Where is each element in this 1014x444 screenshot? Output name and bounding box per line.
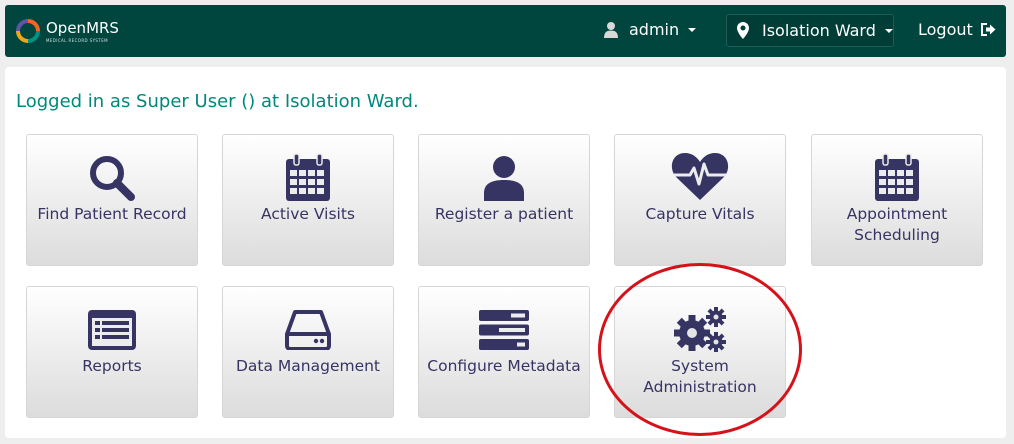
app-label: System Administration — [643, 357, 757, 396]
tasks-icon — [479, 310, 529, 350]
location-name: Isolation Ward — [762, 21, 876, 40]
app-label: Data Management — [235, 357, 381, 375]
app-system-administration[interactable]: System Administration — [614, 286, 786, 418]
app-label: Reports — [82, 357, 142, 375]
brand-name: OpenMRS — [46, 19, 119, 37]
cogs-icon — [674, 307, 726, 352]
app-reports[interactable]: Reports — [26, 286, 198, 418]
hdd-icon — [285, 310, 331, 350]
app-label: Capture Vitals — [645, 205, 755, 223]
user-icon — [484, 156, 524, 201]
chevron-down-icon — [884, 28, 893, 33]
app-find-patient-record[interactable]: Find Patient Record — [26, 134, 198, 266]
app-label: Appointment Scheduling — [846, 205, 948, 244]
search-icon — [90, 156, 135, 201]
calendar-icon — [875, 153, 919, 201]
app-label: Active Visits — [261, 205, 355, 223]
logout-label: Logout — [918, 20, 973, 39]
sign-out-icon — [980, 23, 996, 36]
app-register-patient[interactable]: Register a patient — [418, 134, 590, 266]
brand-subtitle: MEDICAL RECORD SYSTEM — [46, 38, 108, 43]
app-label: Register a patient — [434, 205, 574, 223]
app-appointment-scheduling[interactable]: Appointment Scheduling — [811, 134, 983, 266]
app-capture-vitals[interactable]: Capture Vitals — [614, 134, 786, 266]
user-icon — [604, 22, 618, 38]
app-label: Find Patient Record — [37, 205, 187, 223]
top-header: OpenMRS MEDICAL RECORD SYSTEM admin Isol… — [5, 5, 1006, 57]
list-alt-icon — [88, 310, 136, 350]
main-content: Logged in as Super User () at Isolation … — [5, 67, 1006, 438]
location-selector[interactable]: Isolation Ward — [726, 14, 894, 47]
username: admin — [629, 20, 680, 39]
calendar-icon — [286, 153, 330, 201]
app-active-visits[interactable]: Active Visits — [222, 134, 394, 266]
chevron-down-icon — [688, 27, 697, 32]
logout-button[interactable]: Logout — [918, 20, 996, 39]
app-data-management[interactable]: Data Management — [222, 286, 394, 418]
login-status-message: Logged in as Super User () at Isolation … — [16, 91, 419, 112]
app-label: Configure Metadata — [427, 357, 581, 375]
user-menu[interactable]: admin — [603, 20, 697, 39]
app-configure-metadata[interactable]: Configure Metadata — [418, 286, 590, 418]
openmrs-logo[interactable]: OpenMRS MEDICAL RECORD SYSTEM — [15, 18, 119, 44]
map-marker-icon — [737, 22, 749, 39]
openmrs-logo-icon — [16, 19, 40, 43]
heartbeat-icon — [671, 153, 729, 200]
